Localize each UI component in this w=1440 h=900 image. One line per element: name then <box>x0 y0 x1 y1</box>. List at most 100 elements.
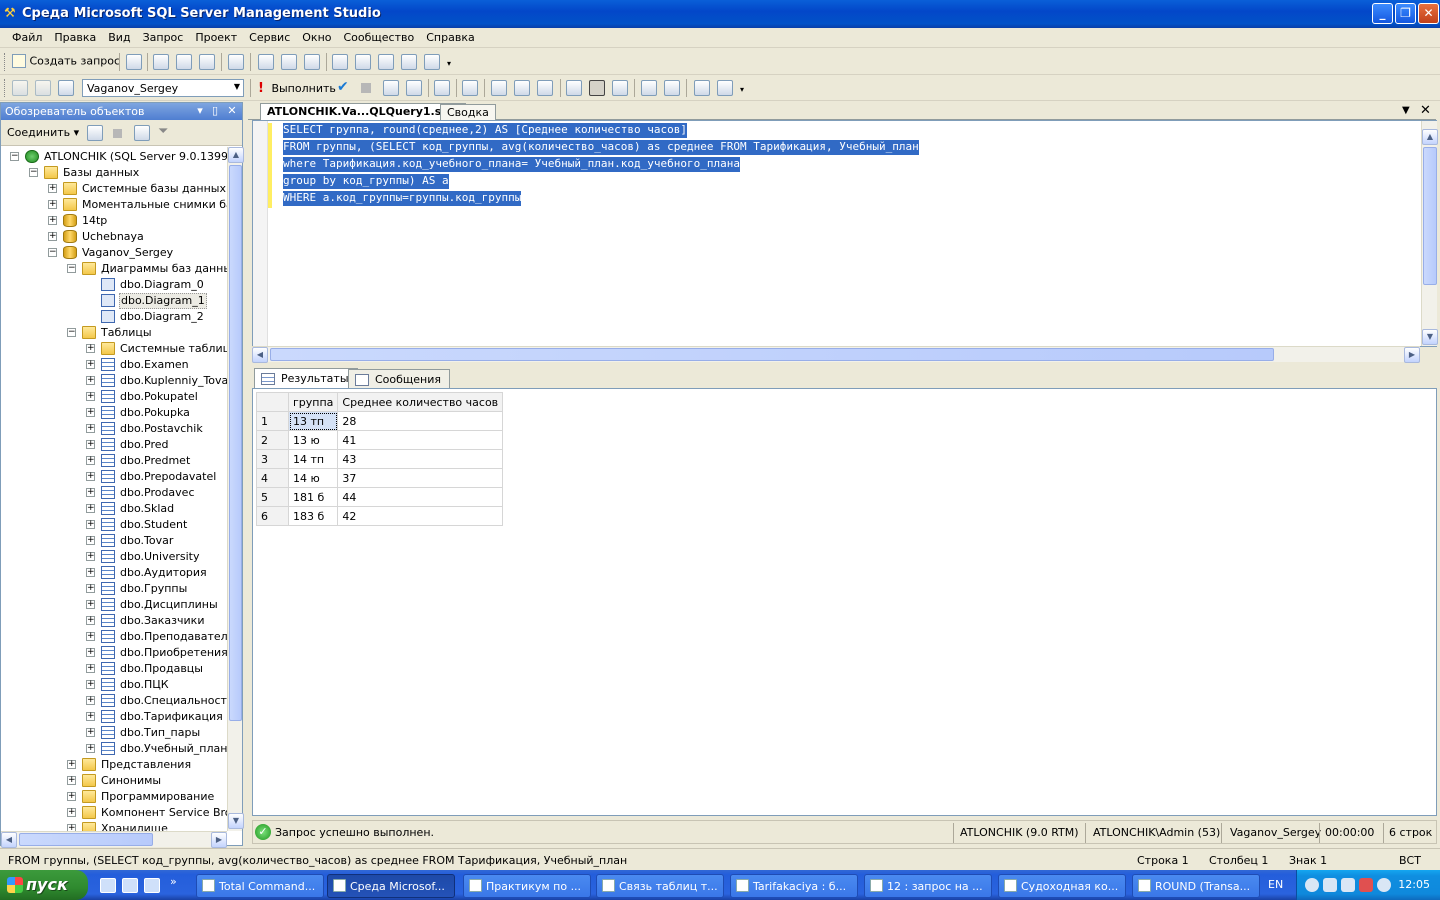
connect-object-explorer-icon[interactable] <box>87 125 103 141</box>
start-button[interactable]: пуск <box>0 870 88 900</box>
scroll-down-icon[interactable]: ▼ <box>1422 329 1438 345</box>
tree-node[interactable]: + dbo.Группы <box>1 581 227 597</box>
comment-lines-icon[interactable] <box>641 80 657 96</box>
tree-node[interactable]: + Хранилище <box>1 821 227 831</box>
tree-node[interactable]: + dbo.University <box>1 549 227 565</box>
expand-icon[interactable]: + <box>67 760 76 769</box>
expand-icon[interactable]: + <box>86 440 95 449</box>
tree-node[interactable]: + dbo.Pokupka <box>1 405 227 421</box>
scroll-up-icon[interactable]: ▲ <box>228 147 244 163</box>
scroll-thumb[interactable] <box>270 348 1274 361</box>
grid-corner[interactable] <box>256 392 289 412</box>
row-number[interactable]: 6 <box>256 506 289 526</box>
grid-cell[interactable]: 37 <box>337 468 504 488</box>
row-number[interactable]: 5 <box>256 487 289 507</box>
grid-cell[interactable]: 181 б <box>287 487 339 507</box>
tree-vertical-scrollbar[interactable]: ▲ ▼ <box>227 147 244 831</box>
code-line[interactable]: WHERE a.код_группы=группы.код_группы <box>283 191 522 206</box>
tab-query1[interactable]: ATLONCHIK.Va...QLQuery1.sql* <box>260 103 466 121</box>
tree-node[interactable]: − Таблицы <box>1 325 227 341</box>
refresh-icon[interactable] <box>134 125 150 141</box>
column-header[interactable]: Среднее количество часов <box>337 392 504 412</box>
tree-node[interactable]: − Vaganov_Sergey <box>1 245 227 261</box>
uncomment-lines-icon[interactable] <box>664 80 680 96</box>
expand-icon[interactable]: + <box>86 488 95 497</box>
row-number[interactable]: 1 <box>256 411 289 431</box>
properties-icon[interactable] <box>401 54 417 70</box>
expand-icon[interactable]: + <box>86 424 95 433</box>
disconnect-icon[interactable] <box>35 80 51 96</box>
row-number[interactable]: 3 <box>256 449 289 469</box>
taskbar-button[interactable]: 12 : запрос на ... <box>864 874 992 898</box>
code-line[interactable]: where Тарификация.код_учебного_плана= Уч… <box>283 157 740 172</box>
expand-icon[interactable]: + <box>86 664 95 673</box>
analysis-query-icon[interactable] <box>153 54 169 70</box>
parse-checkmark-icon[interactable]: ✔ <box>337 79 349 95</box>
xmla-query-icon[interactable] <box>199 54 215 70</box>
tree-node[interactable]: + Синонимы <box>1 773 227 789</box>
expand-icon[interactable]: + <box>86 344 95 353</box>
expand-icon[interactable]: + <box>86 552 95 561</box>
results-to-text-icon[interactable] <box>537 80 553 96</box>
tree-node[interactable]: + dbo.Sklad <box>1 501 227 517</box>
scroll-thumb[interactable] <box>19 833 153 846</box>
tree-node[interactable]: + dbo.Тарификация <box>1 709 227 725</box>
tree-node[interactable]: + dbo.Дисциплины <box>1 597 227 613</box>
expand-icon[interactable]: + <box>86 648 95 657</box>
grid-cell[interactable]: 13 тп <box>287 411 339 431</box>
close-icon[interactable]: ✕ <box>1420 103 1431 118</box>
tree-node[interactable]: + dbo.Prepodavatel <box>1 469 227 485</box>
tray-antivirus-icon[interactable] <box>1359 878 1373 892</box>
open-folder-icon[interactable] <box>258 54 274 70</box>
scroll-down-icon[interactable]: ▼ <box>228 813 244 829</box>
taskbar-button[interactable]: Связь таблиц т... <box>596 874 724 898</box>
menu-tools[interactable]: Сервис <box>243 28 296 44</box>
tree-node[interactable]: + dbo.Pokupatel <box>1 389 227 405</box>
tab-results[interactable]: Результаты <box>254 368 358 388</box>
editor-vertical-scrollbar[interactable]: ▲ ▼ <box>1421 121 1438 346</box>
expand-icon[interactable]: + <box>86 616 95 625</box>
tree-node[interactable]: + Представления <box>1 757 227 773</box>
tree-node[interactable]: + Системные базы данных <box>1 181 227 197</box>
tray-security-icon[interactable] <box>1377 878 1391 892</box>
menu-file[interactable]: Файл <box>6 28 48 44</box>
expand-icon[interactable]: + <box>86 744 95 753</box>
tree-node[interactable]: +14tp <box>1 213 227 229</box>
quicklaunch-app-icon[interactable] <box>144 878 160 893</box>
filter-icon[interactable]: ⏷ <box>158 124 168 139</box>
collapse-icon[interactable]: − <box>48 248 57 257</box>
specify-template-values-icon[interactable] <box>434 80 450 96</box>
tree-node[interactable]: + dbo.Tovar <box>1 533 227 549</box>
tree-node[interactable]: + dbo.Аудитория <box>1 565 227 581</box>
scroll-thumb[interactable] <box>1423 147 1437 285</box>
results-to-grid-icon[interactable] <box>589 80 605 96</box>
decrease-indent-icon[interactable] <box>694 80 710 96</box>
scroll-thumb[interactable] <box>229 165 242 721</box>
grid-cell[interactable]: 183 б <box>287 506 339 526</box>
tree-node[interactable]: + Системные таблицы <box>1 341 227 357</box>
menu-project[interactable]: Проект <box>189 28 243 44</box>
expand-icon[interactable]: + <box>86 408 95 417</box>
code-line[interactable]: FROM группы, (SELECT код_группы, avg(кол… <box>283 140 919 155</box>
grid-cell[interactable]: 44 <box>337 487 504 507</box>
menu-view[interactable]: Вид <box>102 28 136 44</box>
expand-icon[interactable]: + <box>86 568 95 577</box>
scroll-right-icon[interactable]: ▶ <box>211 832 227 848</box>
taskbar-button[interactable]: Total Command... <box>196 874 324 898</box>
connect-dropdown[interactable]: Соединить ▾ <box>7 126 79 139</box>
grid-cell[interactable]: 14 тп <box>287 449 339 469</box>
expand-icon[interactable]: + <box>86 392 95 401</box>
tree-node[interactable]: + dbo.Postavchik <box>1 421 227 437</box>
new-file-icon[interactable] <box>228 54 244 70</box>
minimize-button[interactable]: _ <box>1372 3 1393 24</box>
tree-node[interactable]: + dbo.Prodavec <box>1 485 227 501</box>
tree-node[interactable]: − Базы данных <box>1 165 227 181</box>
expand-icon[interactable]: + <box>86 376 95 385</box>
tree-node[interactable]: dbo.Diagram_1 <box>1 293 227 309</box>
grid-cell[interactable]: 14 ю <box>287 468 339 488</box>
tree-node[interactable]: + dbo.Специальности <box>1 693 227 709</box>
code-line[interactable]: SELECT группа, round(среднее,2) AS [Сред… <box>283 123 687 138</box>
tree-node[interactable]: + dbo.ПЦК <box>1 677 227 693</box>
taskbar-button[interactable]: Среда Microsof... <box>327 874 455 898</box>
registered-servers-icon[interactable] <box>332 54 348 70</box>
